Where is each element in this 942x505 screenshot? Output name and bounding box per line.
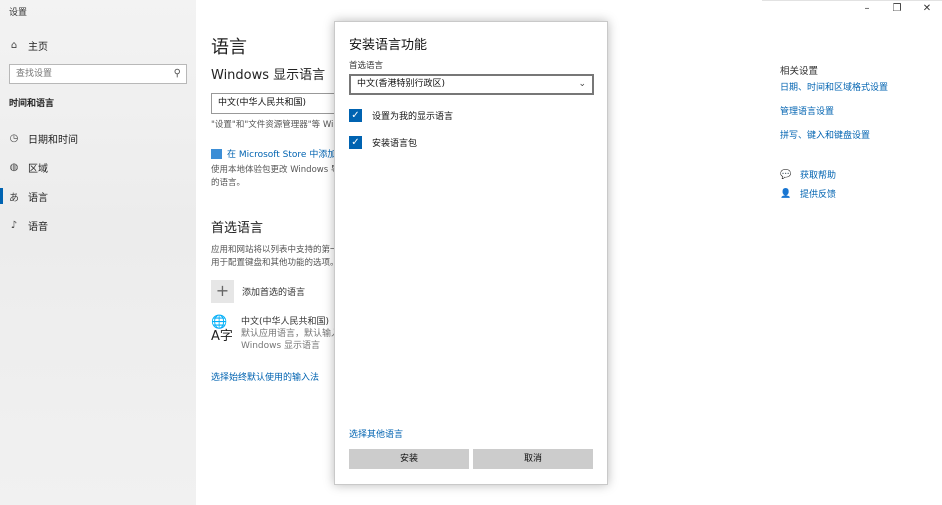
language-glyph-icon: 🌐 A字 [211,315,233,344]
store-link[interactable]: 在 Microsoft Store 中添加 W [211,147,348,160]
preferred-languages-heading: 首选语言 [211,221,264,236]
sidebar-item-language[interactable]: あ 语言 [0,185,196,207]
install-language-pack-checkbox[interactable]: ✓ 安装语言包 [349,136,417,149]
dialog-title: 安装语言功能 [349,38,428,53]
display-language-select[interactable]: 中文(中华人民共和国) [211,93,341,114]
app-title: 设置 [9,8,28,18]
store-description-line: 使用本地体验包更改 Windows 导 [211,165,340,175]
language-item-sub: Windows 显示语言 [241,341,321,351]
store-icon [211,148,222,159]
typing-keyboard-link[interactable]: 拼写、键入和键盘设置 [780,128,870,141]
language-icon: あ [9,192,19,204]
install-button[interactable]: 安装 [349,449,469,469]
display-language-description: "设置"和"文件资源管理器"等 Wi [211,120,334,130]
related-settings-title: 相关设置 [780,66,819,77]
display-language-heading: Windows 显示语言 [211,68,326,83]
preferred-language-select[interactable]: 中文(香港特别行政区) ⌄ [349,74,594,95]
preferred-description-line: 用于配置键盘和其他功能的选项。 [211,258,339,268]
sidebar-item-label: 语音 [28,221,48,233]
add-language-label: 添加首选的语言 [242,288,306,298]
close-button[interactable]: ✕ [912,0,942,18]
cancel-button[interactable]: 取消 [473,449,593,469]
microphone-icon: ♪ [10,219,18,231]
help-chat-icon: 💬 [780,169,792,180]
get-help-label: 获取帮助 [800,171,837,181]
selected-language: 中文(香港特别行政区) [357,79,446,89]
store-description: 使用本地体验包更改 Windows 导 的语言。 [211,164,339,190]
install-language-dialog: 安装语言功能 首选语言 中文(香港特别行政区) ⌄ ✓ 设置为我的显示语言 ✓ … [334,21,608,485]
search-placeholder: 查找设置 [16,69,53,79]
restore-button[interactable]: ❐ [882,0,912,18]
minimize-button[interactable]: – [852,0,882,18]
feedback-link[interactable]: 👤 提供反馈 [780,187,837,201]
sidebar-item-label: 语言 [28,192,48,204]
preferred-languages-description: 应用和网站将以列表中支持的第一 用于配置键盘和其他功能的选项。 [211,244,339,270]
preferred-description-line: 应用和网站将以列表中支持的第一 [211,245,339,255]
clock-icon: ◷ [9,132,19,144]
add-language-button[interactable]: + 添加首选的语言 [211,280,305,303]
sidebar-item-date-time[interactable]: ◷ 日期和时间 [0,127,196,149]
search-icon: ⚲ [173,68,181,79]
checkmark-icon: ✓ [349,136,362,149]
choose-other-language-link[interactable]: 选择其他语言 [349,427,403,440]
chevron-down-icon: ⌄ [578,79,586,89]
plus-icon: + [211,280,234,303]
date-region-format-link[interactable]: 日期、时间和区域格式设置 [780,80,888,93]
preferred-language-label: 首选语言 [349,61,384,71]
store-link-text: 在 Microsoft Store 中添加 W [227,150,349,160]
language-item-sub: 默认应用语言，默认输入语 [241,329,350,339]
language-list-item[interactable]: 🌐 A字 中文(中华人民共和国) 默认应用语言，默认输入语 Windows 显示语… [211,316,349,352]
sidebar-item-label: 日期和时间 [28,134,78,146]
globe-icon: ◍ [9,161,19,173]
search-input[interactable]: 查找设置 ⚲ [9,64,187,84]
sidebar-section-title: 时间和语言 [9,99,55,109]
language-item-text: 中文(中华人民共和国) 默认应用语言，默认输入语 Windows 显示语言 [241,316,349,352]
feedback-icon: 👤 [780,188,792,199]
settings-sidebar: 设置 ⌂ 主页 查找设置 ⚲ 时间和语言 ◷ 日期和时间 ◍ 区域 あ 语言 ♪… [0,0,196,505]
page-title: 语言 [211,37,247,58]
checkbox-label: 设置为我的显示语言 [372,112,454,122]
set-display-language-checkbox[interactable]: ✓ 设置为我的显示语言 [349,109,453,122]
feedback-label: 提供反馈 [800,190,837,200]
default-input-method-link[interactable]: 选择始终默认使用的输入法 [211,370,319,383]
sidebar-item-speech[interactable]: ♪ 语音 [0,214,196,236]
checkbox-label: 安装语言包 [372,139,418,149]
sidebar-item-label: 区域 [28,163,48,175]
checkmark-icon: ✓ [349,109,362,122]
sidebar-item-label: 主页 [28,41,48,53]
sidebar-item-region[interactable]: ◍ 区域 [0,156,196,178]
get-help-link[interactable]: 💬 获取帮助 [780,168,837,182]
store-description-line: 的语言。 [211,178,246,188]
sidebar-item-home[interactable]: ⌂ 主页 [0,34,196,56]
manage-language-link[interactable]: 管理语言设置 [780,104,834,117]
home-icon: ⌂ [10,39,18,51]
window-controls: – ❐ ✕ [852,0,942,18]
language-item-name: 中文(中华人民共和国) [241,317,330,327]
